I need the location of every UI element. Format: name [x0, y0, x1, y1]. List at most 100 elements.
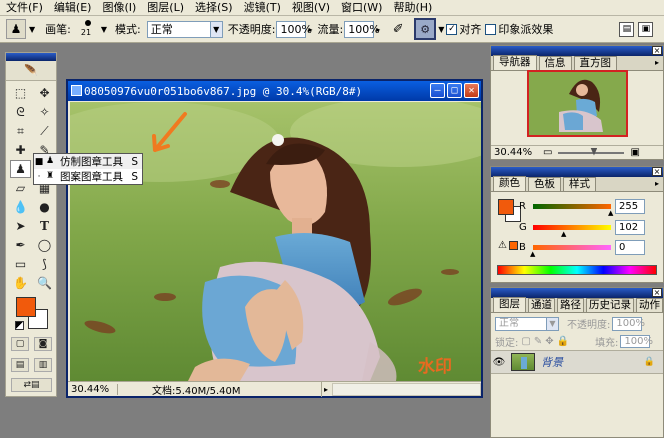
- navigator-thumbnail[interactable]: [527, 70, 628, 137]
- layer-visibility-eye-icon[interactable]: 👁: [491, 357, 507, 368]
- layers-panel-close-icon[interactable]: ×: [652, 288, 662, 297]
- navigator-menu-icon[interactable]: ▸: [655, 58, 659, 67]
- eyedropper-tool-icon[interactable]: ⟆: [34, 255, 55, 273]
- preset-dropdown-icon[interactable]: ▼: [29, 25, 35, 34]
- standard-mode-icon[interactable]: ▢: [11, 337, 29, 351]
- layer-row-background[interactable]: 👁 背景 🔒: [491, 350, 663, 374]
- red-slider-knob[interactable]: ▲: [608, 209, 613, 217]
- impressionist-checkbox[interactable]: [485, 23, 497, 35]
- color-spectrum-ramp[interactable]: [497, 265, 657, 275]
- blue-value-input[interactable]: 0: [615, 240, 645, 255]
- document-title-bar[interactable]: 08050976vu0r051bo6v867.jpg @ 30.4%(RGB/8…: [68, 81, 481, 101]
- fill-input[interactable]: 100%: [620, 335, 653, 348]
- foreground-color-swatch[interactable]: [16, 297, 36, 317]
- color-panel-fg-swatch[interactable]: [498, 199, 514, 215]
- tab-navigator[interactable]: 导航器: [493, 55, 537, 70]
- healing-brush-tool-icon[interactable]: ✚: [10, 141, 31, 159]
- lock-paint-icon[interactable]: ✎: [534, 336, 542, 347]
- move-tool-icon[interactable]: ✥: [34, 84, 55, 102]
- lock-move-icon[interactable]: ✥: [545, 336, 553, 347]
- menu-layer[interactable]: 图层(L): [141, 0, 189, 16]
- maximize-button[interactable]: □: [447, 83, 462, 98]
- navigator-zoom-field[interactable]: 30.44%: [491, 147, 532, 158]
- crop-tool-icon[interactable]: ⌗: [10, 122, 31, 140]
- blur-tool-icon[interactable]: 💧: [10, 198, 31, 216]
- clone-stamp-preset-icon[interactable]: ♟: [6, 19, 26, 39]
- tab-swatches[interactable]: 色板: [528, 177, 561, 191]
- notes-tool-icon[interactable]: ▭: [10, 255, 31, 273]
- flow-input[interactable]: 100%: [344, 20, 380, 38]
- clone-source-icon[interactable]: ⚙: [414, 18, 437, 40]
- color-panel-close-icon[interactable]: ×: [652, 167, 662, 176]
- horizontal-scrollbar[interactable]: [332, 382, 481, 396]
- flyout-item-clone-stamp[interactable]: ■ ♟ 仿制图章工具 S: [34, 154, 142, 169]
- menu-help[interactable]: 帮助(H): [387, 0, 437, 16]
- red-value-input[interactable]: 255: [615, 199, 645, 214]
- blue-slider[interactable]: ▲: [530, 245, 611, 258]
- menu-image[interactable]: 图像(I): [96, 0, 141, 16]
- default-colors-icon[interactable]: [15, 321, 24, 330]
- zoom-in-icon[interactable]: ▣: [630, 147, 639, 158]
- shape-tool-icon[interactable]: ◯: [34, 236, 55, 254]
- eraser-tool-icon[interactable]: ▱: [10, 179, 31, 197]
- tab-histogram[interactable]: 直方图: [573, 56, 617, 70]
- zoom-out-icon[interactable]: ▭: [543, 147, 552, 158]
- navigator-close-icon[interactable]: ×: [652, 46, 662, 55]
- opacity-slider-arrow-icon[interactable]: ▸: [308, 25, 312, 34]
- pen-tool-icon[interactable]: ✒: [10, 236, 31, 254]
- blend-mode-select[interactable]: 正常: [495, 316, 547, 331]
- quick-mask-mode-icon[interactable]: ◙: [34, 337, 52, 351]
- aligned-checkbox[interactable]: ✓: [446, 23, 458, 35]
- path-selection-tool-icon[interactable]: ➤: [10, 217, 31, 235]
- gamut-warning-icon[interactable]: ⚠: [498, 240, 507, 251]
- red-slider[interactable]: ▲: [533, 204, 613, 217]
- type-tool-icon[interactable]: T: [34, 217, 55, 235]
- dodge-tool-icon[interactable]: ●: [34, 198, 55, 216]
- layer-opacity-input[interactable]: 100%: [612, 316, 645, 331]
- airbrush-icon[interactable]: ✐: [388, 19, 408, 39]
- menu-view[interactable]: 视图(V): [286, 0, 335, 16]
- green-slider-knob[interactable]: ▲: [561, 230, 566, 238]
- flow-slider-arrow-icon[interactable]: ▸: [376, 25, 380, 34]
- minimize-button[interactable]: –: [430, 83, 445, 98]
- tab-info[interactable]: 信息: [538, 56, 572, 70]
- clone-stamp-tool-icon[interactable]: ♟: [10, 160, 31, 178]
- menu-window[interactable]: 窗口(W): [335, 0, 387, 16]
- blend-mode-dropdown-icon[interactable]: ▼: [547, 316, 559, 331]
- magic-wand-tool-icon[interactable]: ✧: [34, 103, 55, 121]
- zoom-level-field[interactable]: 30.44%: [68, 383, 118, 395]
- feather-logo-icon[interactable]: 🪶: [6, 61, 56, 81]
- slice-tool-icon[interactable]: ⟋: [34, 122, 55, 140]
- toolbox-title-bar[interactable]: [6, 53, 56, 61]
- jump-to-imageready-icon[interactable]: ⇄▤: [11, 378, 52, 392]
- opacity-input[interactable]: 100%: [276, 20, 312, 38]
- tab-color[interactable]: 颜色: [493, 176, 526, 191]
- flyout-item-pattern-stamp[interactable]: · ♜ 图案图章工具 S: [34, 169, 142, 184]
- image-canvas[interactable]: 水印: [70, 102, 481, 381]
- hand-tool-icon[interactable]: ✋: [10, 274, 31, 292]
- palette-well-icon[interactable]: ▤: [619, 21, 635, 37]
- full-screen-menu-mode-icon[interactable]: ▥: [34, 358, 52, 372]
- close-button[interactable]: ✕: [464, 83, 479, 98]
- mode-select[interactable]: 正常: [146, 20, 211, 38]
- navigator-zoom-knob[interactable]: [590, 147, 598, 156]
- tab-actions[interactable]: 动作: [636, 298, 663, 312]
- standard-screen-mode-icon[interactable]: ▤: [11, 358, 29, 372]
- menu-select[interactable]: 选择(S): [189, 0, 238, 16]
- color-panel-menu-icon[interactable]: ▸: [655, 179, 659, 188]
- navigator-zoom-slider[interactable]: [558, 147, 625, 156]
- palette-well-icon-2[interactable]: ▣: [638, 21, 654, 37]
- status-menu-arrow-icon[interactable]: ▸: [324, 385, 328, 394]
- tab-history[interactable]: 历史记录: [586, 298, 634, 312]
- menu-edit[interactable]: 编辑(E): [48, 0, 97, 16]
- brush-dropdown-icon[interactable]: ▼: [101, 25, 107, 34]
- lock-transparency-icon[interactable]: ▢: [521, 336, 530, 347]
- green-value-input[interactable]: 102: [615, 220, 645, 235]
- lock-all-icon[interactable]: 🔒: [557, 336, 569, 347]
- menu-filter[interactable]: 滤镜(T): [238, 0, 286, 16]
- green-slider[interactable]: ▲: [533, 225, 611, 238]
- menu-file[interactable]: 文件(F): [0, 0, 48, 16]
- zoom-tool-icon[interactable]: 🔍: [34, 274, 55, 292]
- tab-styles[interactable]: 样式: [563, 177, 596, 191]
- gamut-color-swatch[interactable]: [509, 241, 518, 250]
